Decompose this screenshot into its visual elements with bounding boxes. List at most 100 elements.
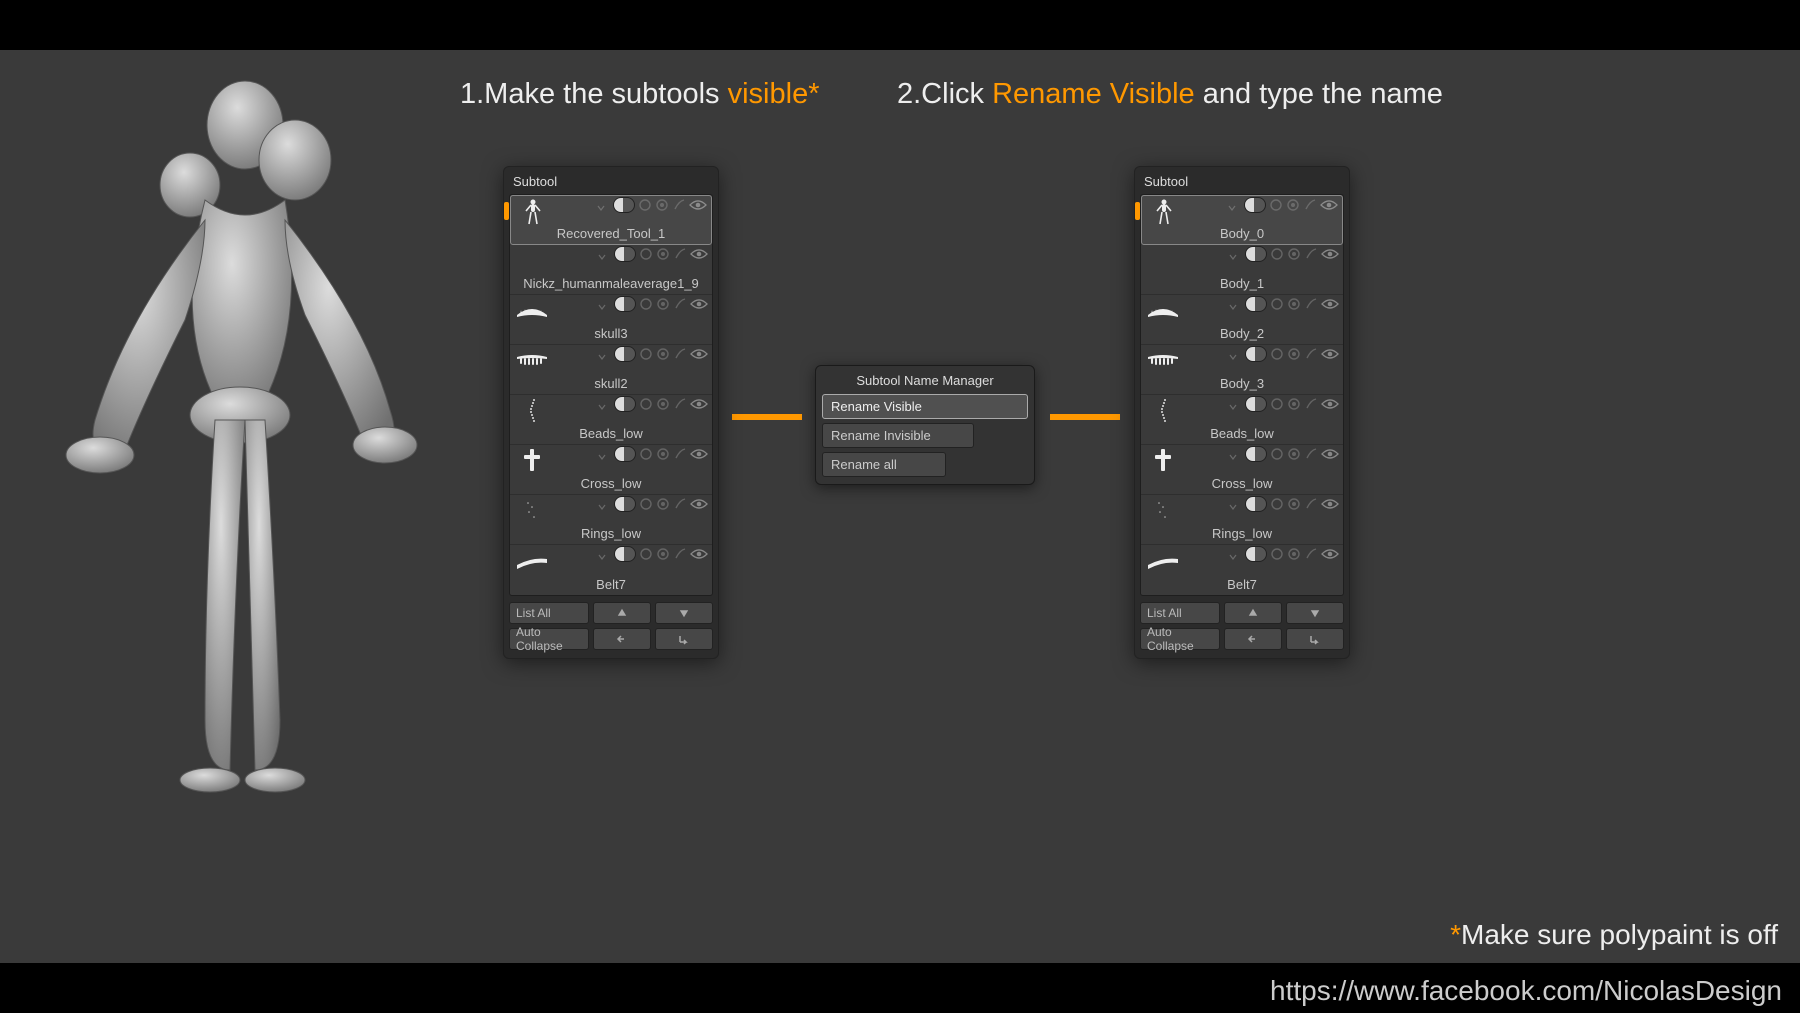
opt-icon[interactable] <box>1287 297 1301 311</box>
opt-icon[interactable] <box>1287 397 1301 411</box>
eye-icon[interactable] <box>1321 247 1339 261</box>
subtool-row[interactable]: skull2 <box>510 345 712 395</box>
subtool-row[interactable]: Belt7 <box>510 545 712 595</box>
opt-icon[interactable] <box>1270 547 1284 561</box>
subtool-row[interactable]: Body_2 <box>1141 295 1343 345</box>
polypaint-toggle[interactable] <box>614 246 636 262</box>
polypaint-toggle[interactable] <box>614 396 636 412</box>
rename-all-button[interactable]: Rename all <box>822 452 946 477</box>
polypaint-toggle[interactable] <box>1245 496 1267 512</box>
subtool-list[interactable]: Body_0 Body_1 Body_2 Body_3 <box>1140 194 1344 596</box>
list-all-button[interactable]: List All <box>1140 602 1220 624</box>
polypaint-toggle[interactable] <box>614 446 636 462</box>
opt-icon[interactable] <box>1286 198 1300 212</box>
nav-prev-button[interactable] <box>1224 628 1282 650</box>
eye-icon[interactable] <box>1321 297 1339 311</box>
nav-next-button[interactable] <box>655 628 713 650</box>
subtool-row[interactable]: Cross_low <box>1141 445 1343 495</box>
polypaint-toggle[interactable] <box>1245 296 1267 312</box>
subtool-row[interactable]: Body_1 <box>1141 245 1343 295</box>
polypaint-toggle[interactable] <box>614 346 636 362</box>
opt-icon[interactable] <box>639 347 653 361</box>
polypaint-toggle[interactable] <box>614 296 636 312</box>
eye-icon[interactable] <box>1320 198 1338 212</box>
opt-icon[interactable] <box>639 447 653 461</box>
opt-icon[interactable] <box>1270 347 1284 361</box>
opt-icon[interactable] <box>639 247 653 261</box>
subtool-row[interactable]: Nickz_humanmaleaverage1_9 <box>510 245 712 295</box>
subtool-list[interactable]: Recovered_Tool_1 Nickz_humanmaleaverage1… <box>509 194 713 596</box>
opt-icon[interactable] <box>1287 547 1301 561</box>
polypaint-toggle[interactable] <box>1244 197 1266 213</box>
opt-icon[interactable] <box>1287 447 1301 461</box>
brush-icon[interactable] <box>1303 198 1317 212</box>
opt-icon[interactable] <box>1270 447 1284 461</box>
polypaint-toggle[interactable] <box>1245 246 1267 262</box>
opt-icon[interactable] <box>1270 247 1284 261</box>
subtool-row[interactable]: Body_3 <box>1141 345 1343 395</box>
eye-icon[interactable] <box>1321 497 1339 511</box>
brush-icon[interactable] <box>673 497 687 511</box>
brush-icon[interactable] <box>673 447 687 461</box>
auto-collapse-button[interactable]: Auto Collapse <box>509 628 589 650</box>
opt-icon[interactable] <box>656 347 670 361</box>
brush-icon[interactable] <box>1304 297 1318 311</box>
subtool-row[interactable]: Rings_low <box>1141 495 1343 545</box>
opt-icon[interactable] <box>655 198 669 212</box>
list-all-button[interactable]: List All <box>509 602 589 624</box>
eye-icon[interactable] <box>690 247 708 261</box>
move-up-button[interactable] <box>1224 602 1282 624</box>
move-down-button[interactable] <box>1286 602 1344 624</box>
opt-icon[interactable] <box>639 547 653 561</box>
rename-visible-button[interactable]: Rename Visible <box>822 394 1028 419</box>
subtool-row[interactable]: Beads_low <box>1141 395 1343 445</box>
subtool-row[interactable]: skull3 <box>510 295 712 345</box>
subtool-row[interactable]: Beads_low <box>510 395 712 445</box>
opt-icon[interactable] <box>1287 497 1301 511</box>
brush-icon[interactable] <box>1304 247 1318 261</box>
rename-invisible-button[interactable]: Rename Invisible <box>822 423 974 448</box>
polypaint-toggle[interactable] <box>613 197 635 213</box>
brush-icon[interactable] <box>672 198 686 212</box>
brush-icon[interactable] <box>673 247 687 261</box>
brush-icon[interactable] <box>1304 547 1318 561</box>
eye-icon[interactable] <box>690 447 708 461</box>
opt-icon[interactable] <box>1270 497 1284 511</box>
subtool-row[interactable]: Cross_low <box>510 445 712 495</box>
eye-icon[interactable] <box>1321 447 1339 461</box>
brush-icon[interactable] <box>673 297 687 311</box>
opt-icon[interactable] <box>656 447 670 461</box>
polypaint-toggle[interactable] <box>614 496 636 512</box>
polypaint-toggle[interactable] <box>1245 396 1267 412</box>
polypaint-toggle[interactable] <box>1245 446 1267 462</box>
opt-icon[interactable] <box>1287 247 1301 261</box>
move-up-button[interactable] <box>593 602 651 624</box>
opt-icon[interactable] <box>656 247 670 261</box>
opt-icon[interactable] <box>1287 347 1301 361</box>
opt-icon[interactable] <box>656 497 670 511</box>
opt-icon[interactable] <box>1270 297 1284 311</box>
subtool-row[interactable]: Belt7 <box>1141 545 1343 595</box>
opt-icon[interactable] <box>639 497 653 511</box>
eye-icon[interactable] <box>689 198 707 212</box>
opt-icon[interactable] <box>639 397 653 411</box>
nav-prev-button[interactable] <box>593 628 651 650</box>
eye-icon[interactable] <box>1321 347 1339 361</box>
brush-icon[interactable] <box>1304 447 1318 461</box>
opt-icon[interactable] <box>638 198 652 212</box>
brush-icon[interactable] <box>673 547 687 561</box>
opt-icon[interactable] <box>639 297 653 311</box>
move-down-button[interactable] <box>655 602 713 624</box>
subtool-row[interactable]: Body_0 <box>1141 195 1343 245</box>
opt-icon[interactable] <box>1270 397 1284 411</box>
eye-icon[interactable] <box>1321 397 1339 411</box>
auto-collapse-button[interactable]: Auto Collapse <box>1140 628 1220 650</box>
opt-icon[interactable] <box>656 397 670 411</box>
eye-icon[interactable] <box>690 497 708 511</box>
opt-icon[interactable] <box>656 297 670 311</box>
nav-next-button[interactable] <box>1286 628 1344 650</box>
brush-icon[interactable] <box>1304 497 1318 511</box>
polypaint-toggle[interactable] <box>1245 346 1267 362</box>
brush-icon[interactable] <box>673 397 687 411</box>
brush-icon[interactable] <box>673 347 687 361</box>
